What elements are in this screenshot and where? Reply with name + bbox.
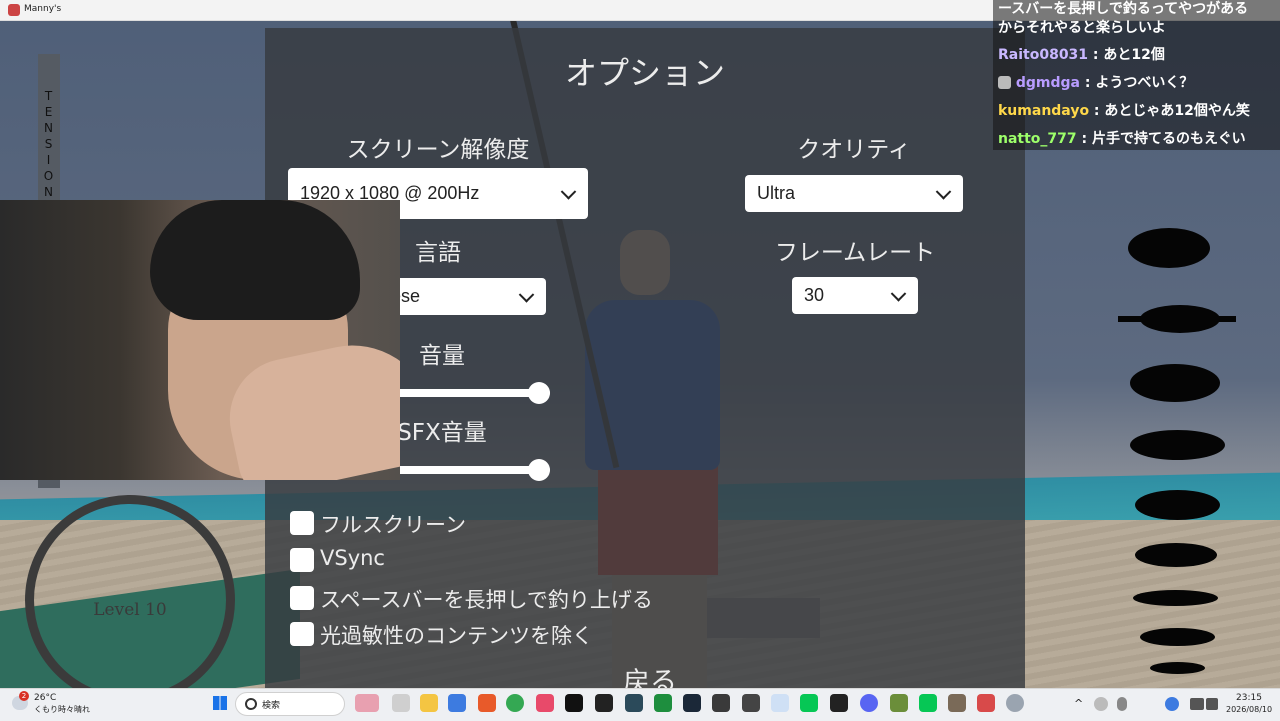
chrome-icon[interactable] xyxy=(506,694,524,712)
chevron-down-icon xyxy=(518,286,535,303)
app-icon[interactable] xyxy=(712,694,730,712)
cloud-icon[interactable] xyxy=(1094,697,1108,711)
volume-slider-handle[interactable] xyxy=(528,382,550,404)
app-icon[interactable] xyxy=(742,694,760,712)
search-icon xyxy=(245,698,257,710)
fish-silhouette-swordfish-body xyxy=(1140,305,1220,333)
fullscreen-label: フルスクリーン xyxy=(320,513,466,537)
weather-badge: 2 xyxy=(19,691,29,701)
chat-message: ースバーを長押しで釣るってやつがある xyxy=(998,1,1249,17)
app-icon[interactable] xyxy=(536,694,554,712)
app-icon[interactable] xyxy=(595,694,613,712)
microphone-icon[interactable] xyxy=(1117,697,1127,711)
app-icon xyxy=(8,4,20,16)
fish-silhouette-mackerel xyxy=(1140,628,1215,646)
chevron-up-icon[interactable]: ^ xyxy=(1074,697,1083,710)
fish-silhouette-tuna xyxy=(1130,430,1225,460)
vsync-checkbox[interactable] xyxy=(290,548,314,572)
fish-silhouette-bass xyxy=(1135,490,1220,520)
framerate-label: フレームレート xyxy=(774,240,936,266)
brave-icon[interactable] xyxy=(478,694,496,712)
fish-silhouette-trout xyxy=(1135,543,1217,567)
space-hold-label: スペースバーを長押しで釣り上げる xyxy=(320,588,653,612)
chat-username: kumandayo xyxy=(998,103,1090,119)
quality-value: Ultra xyxy=(757,183,796,203)
vsync-label: VSync xyxy=(320,546,385,570)
discord-icon[interactable] xyxy=(860,694,878,712)
search-placeholder: 検索 xyxy=(262,701,281,711)
app-icon[interactable] xyxy=(448,694,466,712)
monitor-icon[interactable] xyxy=(1190,698,1204,710)
app-tray-icon[interactable] xyxy=(1165,697,1179,711)
chat-message: Raito08031 : あと12個 xyxy=(998,47,1165,63)
resolution-label: スクリーン解像度 xyxy=(346,137,530,163)
chat-message: dgmdga : ようつべいく？ xyxy=(998,72,1193,92)
options-title: オプション xyxy=(564,54,725,92)
photosensitive-label: 光過敏性のコンテンツを除く xyxy=(320,624,593,648)
level-label: Level 10 xyxy=(93,600,167,620)
chat-username: natto_777 xyxy=(998,131,1077,147)
sfx-volume-slider-handle[interactable] xyxy=(528,459,550,481)
window-title: Manny's xyxy=(24,4,62,14)
chevron-down-icon xyxy=(560,183,577,200)
chevron-down-icon xyxy=(890,285,907,302)
space-hold-checkbox[interactable] xyxy=(290,586,314,610)
app-icon[interactable] xyxy=(948,694,966,712)
task-view-icon[interactable] xyxy=(392,694,410,712)
chat-message: natto_777 : 片手で持てるのもえぐい xyxy=(998,131,1246,147)
file-explorer-icon[interactable] xyxy=(420,694,438,712)
chat-avatar-icon xyxy=(998,76,1011,89)
widget-icon[interactable] xyxy=(355,694,379,712)
fish-silhouette-grouper xyxy=(1128,228,1210,268)
chevron-down-icon xyxy=(935,183,952,200)
photosensitive-checkbox[interactable] xyxy=(290,622,314,646)
fish-silhouette-flounder xyxy=(1130,364,1220,402)
tiktok-icon[interactable] xyxy=(565,694,583,712)
clock-date[interactable]: 2026/08/10 xyxy=(1226,705,1272,714)
fullscreen-checkbox[interactable] xyxy=(290,511,314,535)
chat-message: kumandayo : あとじゃあ12個やん笑 xyxy=(998,103,1250,119)
minecraft-icon[interactable] xyxy=(890,694,908,712)
fish-silhouette-sardine xyxy=(1150,662,1205,674)
app-icon[interactable] xyxy=(625,694,643,712)
app-icon[interactable] xyxy=(771,694,789,712)
webcam-overlay xyxy=(0,200,400,480)
framerate-dropdown[interactable]: 30 xyxy=(792,277,918,314)
quality-dropdown[interactable]: Ultra xyxy=(745,175,963,212)
clock-time[interactable]: 23:15 xyxy=(1236,693,1262,703)
app-icon[interactable] xyxy=(654,694,672,712)
app-icon[interactable] xyxy=(830,694,848,712)
weather-temp: 26°C xyxy=(34,693,57,703)
steam-icon[interactable] xyxy=(683,694,701,712)
weather-desc: くもり時々晴れ xyxy=(34,705,90,714)
chat-message: からそれやると楽らしいよ xyxy=(998,20,1166,36)
settings-icon[interactable] xyxy=(1006,694,1024,712)
tension-label: TENSION xyxy=(43,89,55,199)
game-icon[interactable] xyxy=(977,694,995,712)
line-icon[interactable] xyxy=(919,694,937,712)
chat-username: dgmdga xyxy=(1015,75,1080,91)
streamer-hair xyxy=(150,200,360,320)
quality-label: クオリティ xyxy=(797,137,911,163)
speaker-icon[interactable] xyxy=(1206,698,1218,710)
framerate-value: 30 xyxy=(804,285,825,305)
fish-silhouette-pike xyxy=(1133,590,1218,606)
chat-username: Raito08031 xyxy=(998,47,1089,63)
windows-start-icon[interactable] xyxy=(213,696,227,710)
line-icon[interactable] xyxy=(800,694,818,712)
